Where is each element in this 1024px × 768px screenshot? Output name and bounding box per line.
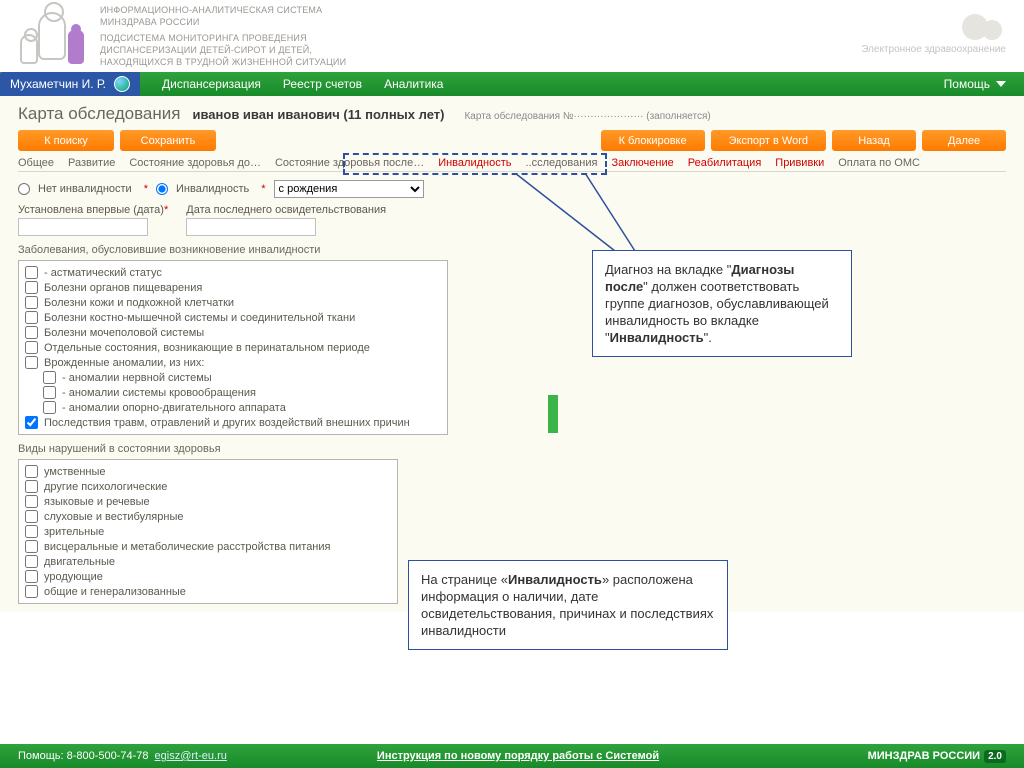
- nav-registry[interactable]: Реестр счетов: [283, 77, 362, 91]
- nav-analytics[interactable]: Аналитика: [384, 77, 443, 91]
- diseases-title: Заболевания, обусловившие возникновение …: [18, 244, 1006, 256]
- chevron-down-icon: [996, 81, 1006, 87]
- violation-label: слуховые и вестибулярные: [44, 511, 183, 523]
- highlight-box: [343, 153, 607, 175]
- disability-since-select[interactable]: с рождения: [274, 180, 424, 198]
- export-button[interactable]: Экспорт в Word: [711, 130, 826, 151]
- disease-label: - аномалии нервной системы: [62, 372, 212, 384]
- diseases-list: - астматический статус Болезни органов пи…: [18, 260, 448, 435]
- disease-label: Последствия травм, отравлений и других в…: [44, 417, 410, 429]
- disease-checkbox[interactable]: [25, 326, 38, 339]
- tab-general[interactable]: Общее: [18, 157, 54, 169]
- violation-checkbox[interactable]: [25, 525, 38, 538]
- tab-conclusion[interactable]: Заключение: [611, 157, 673, 169]
- disease-checkbox[interactable]: [25, 341, 38, 354]
- footer-brand: МИНЗДРАВ РОССИИ: [868, 750, 981, 762]
- footer-email[interactable]: egisz@rt-eu.ru: [155, 750, 227, 762]
- save-button[interactable]: Сохранить: [120, 130, 216, 151]
- back-button[interactable]: Назад: [832, 130, 916, 151]
- card-number: Карта обследования №····················…: [464, 111, 710, 122]
- violation-checkbox[interactable]: [25, 495, 38, 508]
- violations-list: умственные другие психологические языковые…: [18, 459, 398, 604]
- tab-development[interactable]: Развитие: [68, 157, 115, 169]
- nav-dispensary[interactable]: Диспансеризация: [162, 77, 261, 91]
- disease-checkbox[interactable]: [43, 371, 56, 384]
- block-button[interactable]: К блокировке: [601, 130, 705, 151]
- disease-checkbox[interactable]: [25, 416, 38, 429]
- violation-label: умственные: [44, 466, 106, 478]
- label-disability: Инвалидность: [176, 183, 249, 195]
- nav-help[interactable]: Помощь: [944, 77, 1024, 91]
- disease-checkbox[interactable]: [25, 281, 38, 294]
- main-navbar: Мухаметчин И. Р. Диспансеризация Реестр …: [0, 72, 1024, 96]
- footer-phone: Помощь: 8-800-500-74-78: [18, 750, 149, 762]
- callout-diagnosis: Диагноз на вкладке "Диагнозы после" долж…: [592, 250, 852, 357]
- violation-label: висцеральные и метаболические расстройст…: [44, 541, 330, 553]
- footer-bar: Помощь: 8-800-500-74-78 egisz@rt-eu.ru И…: [0, 744, 1024, 768]
- footer-version: 2.0: [984, 750, 1006, 763]
- radio-no-disability[interactable]: [18, 183, 30, 195]
- disease-label: Болезни органов пищеварения: [44, 282, 202, 294]
- radio-disability[interactable]: [156, 183, 168, 195]
- violation-checkbox[interactable]: [25, 540, 38, 553]
- violation-checkbox[interactable]: [25, 480, 38, 493]
- disease-label: - аномалии опорно-двигательного аппарата: [62, 402, 286, 414]
- violation-label: уродующие: [44, 571, 103, 583]
- disease-checkbox[interactable]: [25, 311, 38, 324]
- label-no-disability: Нет инвалидности: [38, 183, 132, 195]
- violations-title: Виды нарушений в состоянии здоровья: [18, 443, 1006, 455]
- violation-checkbox[interactable]: [25, 555, 38, 568]
- last-date-input[interactable]: [186, 218, 316, 236]
- violation-checkbox[interactable]: [25, 570, 38, 583]
- disease-label: - аномалии системы кровообращения: [62, 387, 256, 399]
- violation-label: общие и генерализованные: [44, 586, 186, 598]
- violation-label: зрительные: [44, 526, 104, 538]
- disease-checkbox[interactable]: [25, 356, 38, 369]
- patient-name: иванов иван иванович (11 полных лет): [192, 107, 444, 122]
- system-title: ИНФОРМАЦИОННО-АНАЛИТИЧЕСКАЯ СИСТЕМА МИНЗ…: [100, 4, 346, 68]
- violation-checkbox[interactable]: [25, 585, 38, 598]
- disease-checkbox[interactable]: [25, 266, 38, 279]
- callout-page-info: На странице «Инвалидность» расположена и…: [408, 560, 728, 650]
- disease-label: - астматический статус: [44, 267, 162, 279]
- tab-vaccines[interactable]: Прививки: [775, 157, 824, 169]
- ehealth-badge: Электронное здравоохранение: [861, 14, 1006, 55]
- tab-health-before[interactable]: Состояние здоровья до…: [129, 157, 261, 169]
- disease-checkbox[interactable]: [25, 296, 38, 309]
- violation-label: языковые и речевые: [44, 496, 150, 508]
- tab-rehab[interactable]: Реабилитация: [688, 157, 762, 169]
- violation-label: двигательные: [44, 556, 115, 568]
- page-title: Карта обследования: [18, 104, 180, 124]
- disease-label: Болезни мочеполовой системы: [44, 327, 204, 339]
- violation-checkbox[interactable]: [25, 510, 38, 523]
- app-logo: [18, 8, 88, 64]
- scroll-indicator: [548, 395, 558, 433]
- violation-label: другие психологические: [44, 481, 167, 493]
- label-last-date: Дата последнего освидетельствования: [186, 204, 386, 216]
- search-button[interactable]: К поиску: [18, 130, 114, 151]
- current-user[interactable]: Мухаметчин И. Р.: [0, 72, 140, 96]
- cloud-icon: [956, 14, 1006, 42]
- globe-icon: [114, 76, 130, 92]
- disease-checkbox[interactable]: [43, 401, 56, 414]
- tab-oms[interactable]: Оплата по ОМС: [838, 157, 920, 169]
- violation-checkbox[interactable]: [25, 465, 38, 478]
- disease-label: Отдельные состояния, возникающие в перин…: [44, 342, 370, 354]
- disease-label: Врожденные аномалии, из них:: [44, 357, 204, 369]
- label-first-date: Установлена впервые (дата): [18, 204, 164, 216]
- next-button[interactable]: Далее: [922, 130, 1006, 151]
- first-date-input[interactable]: [18, 218, 148, 236]
- disease-label: Болезни костно-мышечной системы и соедин…: [44, 312, 355, 324]
- disease-checkbox[interactable]: [43, 386, 56, 399]
- disease-label: Болезни кожи и подкожной клетчатки: [44, 297, 234, 309]
- footer-instruction-link[interactable]: Инструкция по новому порядку работы с Си…: [377, 750, 659, 762]
